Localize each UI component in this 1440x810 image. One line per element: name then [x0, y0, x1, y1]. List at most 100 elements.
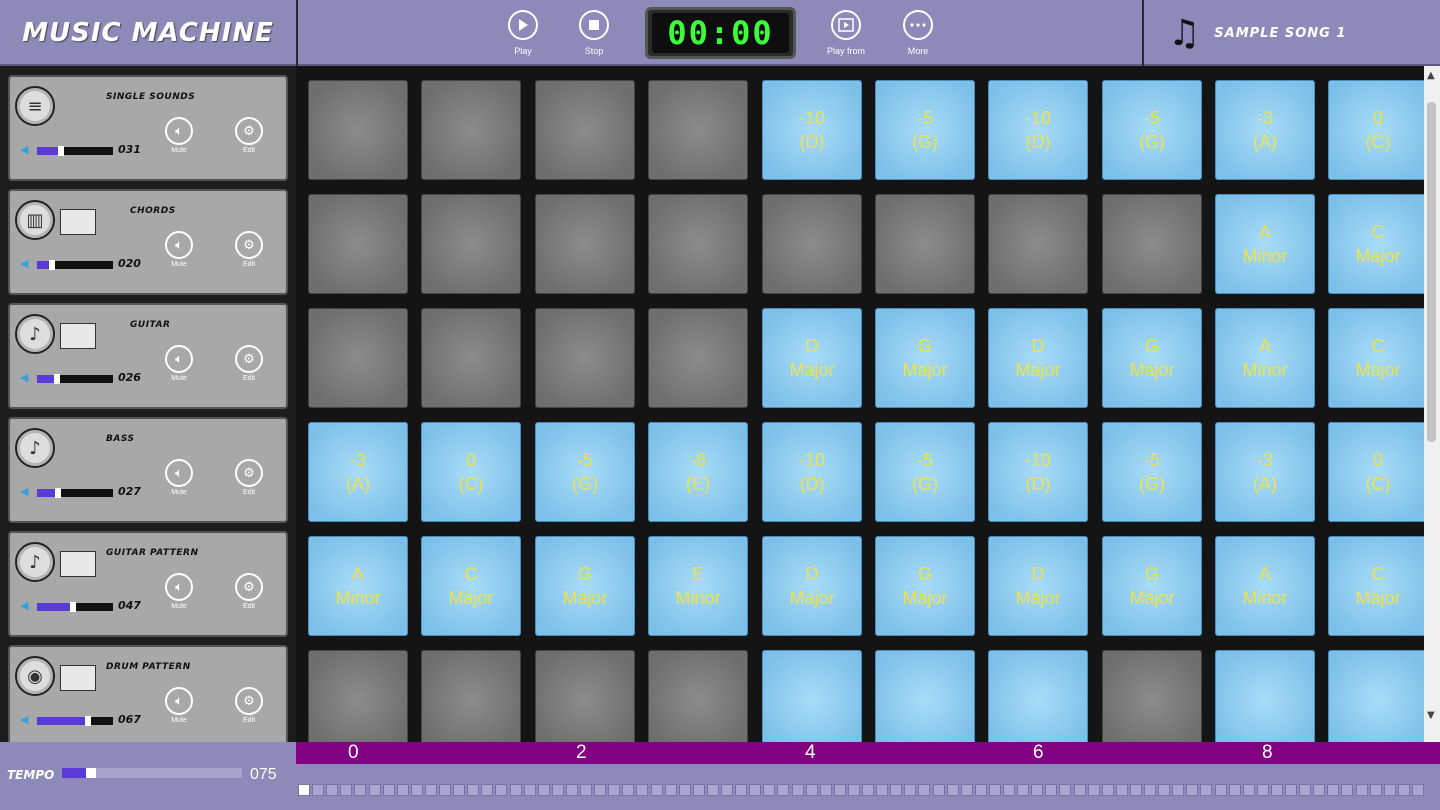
pad-r0-c1[interactable]: [421, 80, 521, 180]
song-title-area[interactable]: ♫ SAMPLE SONG 1: [1142, 0, 1440, 66]
pad-r0-c3[interactable]: [648, 80, 748, 180]
pad-r1-c1[interactable]: [421, 194, 521, 294]
track-volume-slider[interactable]: [37, 716, 113, 726]
pad-r4-c8[interactable]: A Minor: [1215, 536, 1315, 636]
track-volume-slider[interactable]: [37, 602, 113, 612]
pad-r0-c6[interactable]: -10 (D): [988, 80, 1088, 180]
pad-r3-c1[interactable]: 0 (C): [421, 422, 521, 522]
pad-r0-c2[interactable]: [535, 80, 635, 180]
pad-r1-c0[interactable]: [308, 194, 408, 294]
pad-r5-c2[interactable]: [535, 650, 635, 742]
guitar-icon[interactable]: ♪: [15, 314, 55, 354]
volume-thumb[interactable]: [53, 374, 60, 384]
pad-r5-c4[interactable]: [762, 650, 862, 742]
pad-r0-c8[interactable]: -3 (A): [1215, 80, 1315, 180]
pad-r3-c8[interactable]: -3 (A): [1215, 422, 1315, 522]
pad-r2-c1[interactable]: [421, 308, 521, 408]
pad-r3-c4[interactable]: -10 (D): [762, 422, 862, 522]
pad-r4-c4[interactable]: D Major: [762, 536, 862, 636]
volume-thumb[interactable]: [57, 146, 64, 156]
track-volume-slider[interactable]: [37, 260, 113, 270]
pad-r4-c3[interactable]: E Minor: [648, 536, 748, 636]
pad-r1-c8[interactable]: A Minor: [1215, 194, 1315, 294]
pad-r3-c6[interactable]: -10 (D): [988, 422, 1088, 522]
pad-r4-c7[interactable]: G Major: [1102, 536, 1202, 636]
pad-r0-c9[interactable]: 0 (C): [1328, 80, 1426, 180]
play-from-button[interactable]: Play from: [816, 10, 876, 60]
drum-icon[interactable]: ◉: [15, 656, 55, 696]
pad-r2-c9[interactable]: C Major: [1328, 308, 1426, 408]
edit-button[interactable]: ⚙ Edit: [234, 573, 264, 610]
edit-button[interactable]: ⚙ Edit: [234, 687, 264, 724]
pad-r0-c7[interactable]: -5 (G): [1102, 80, 1202, 180]
volume-thumb[interactable]: [49, 260, 56, 270]
mute-button[interactable]: 🔈︎ Mute: [164, 687, 194, 724]
pad-r0-c5[interactable]: -5 (G): [875, 80, 975, 180]
edit-button[interactable]: ⚙ Edit: [234, 459, 264, 496]
pad-r3-c5[interactable]: -5 (G): [875, 422, 975, 522]
pad-r1-c5[interactable]: [875, 194, 975, 294]
pad-r4-c6[interactable]: D Major: [988, 536, 1088, 636]
pad-r5-c0[interactable]: [308, 650, 408, 742]
scroll-down-icon[interactable]: ▼: [1427, 710, 1435, 721]
mute-button[interactable]: 🔈︎ Mute: [164, 573, 194, 610]
pad-r3-c9[interactable]: 0 (C): [1328, 422, 1426, 522]
mute-button[interactable]: 🔈︎ Mute: [164, 117, 194, 154]
pad-r3-c7[interactable]: -5 (G): [1102, 422, 1202, 522]
pad-r2-c3[interactable]: [648, 308, 748, 408]
keyboard-icon[interactable]: ▥: [15, 200, 55, 240]
pad-r3-c2[interactable]: -5 (G): [535, 422, 635, 522]
pad-r5-c9[interactable]: [1328, 650, 1426, 742]
pad-r1-c9[interactable]: C Major: [1328, 194, 1426, 294]
more-button[interactable]: More: [888, 10, 948, 60]
pad-r4-c0[interactable]: A Minor: [308, 536, 408, 636]
volume-thumb[interactable]: [84, 716, 91, 726]
pad-r5-c5[interactable]: [875, 650, 975, 742]
scroll-up-icon[interactable]: ▲: [1427, 70, 1435, 81]
pad-r4-c9[interactable]: C Major: [1328, 536, 1426, 636]
pad-r2-c6[interactable]: D Major: [988, 308, 1088, 408]
pad-r2-c7[interactable]: G Major: [1102, 308, 1202, 408]
volume-thumb[interactable]: [69, 602, 76, 612]
pad-r4-c1[interactable]: C Major: [421, 536, 521, 636]
stop-button[interactable]: Stop: [564, 10, 624, 60]
pad-r2-c5[interactable]: G Major: [875, 308, 975, 408]
pad-r2-c2[interactable]: [535, 308, 635, 408]
pad-r4-c2[interactable]: G Major: [535, 536, 635, 636]
track-volume-slider[interactable]: [37, 374, 113, 384]
track-volume-slider[interactable]: [37, 488, 113, 498]
mute-button[interactable]: 🔈︎ Mute: [164, 459, 194, 496]
pad-r5-c6[interactable]: [988, 650, 1088, 742]
mute-button[interactable]: 🔈︎ Mute: [164, 345, 194, 382]
pad-r2-c4[interactable]: D Major: [762, 308, 862, 408]
pad-r1-c3[interactable]: [648, 194, 748, 294]
bass-icon[interactable]: ♪: [15, 428, 55, 468]
pad-r1-c2[interactable]: [535, 194, 635, 294]
track-volume-slider[interactable]: [37, 146, 113, 156]
volume-thumb[interactable]: [54, 488, 61, 498]
vertical-scrollbar[interactable]: ▲ ▼: [1424, 66, 1440, 742]
pad-r3-c3[interactable]: -8 (E): [648, 422, 748, 522]
edit-button[interactable]: ⚙ Edit: [234, 231, 264, 268]
pad-r1-c7[interactable]: [1102, 194, 1202, 294]
pad-r2-c0[interactable]: [308, 308, 408, 408]
play-button[interactable]: Play: [493, 10, 553, 60]
edit-button[interactable]: ⚙ Edit: [234, 345, 264, 382]
tempo-slider-thumb[interactable]: [85, 768, 96, 778]
edit-button[interactable]: ⚙ Edit: [234, 117, 264, 154]
guitar-icon[interactable]: ♪: [15, 542, 55, 582]
pad-r0-c0[interactable]: [308, 80, 408, 180]
pad-r1-c6[interactable]: [988, 194, 1088, 294]
pad-r5-c7[interactable]: [1102, 650, 1202, 742]
pad-r2-c8[interactable]: A Minor: [1215, 308, 1315, 408]
pad-r3-c0[interactable]: -3 (A): [308, 422, 408, 522]
sampler-icon[interactable]: ≡: [15, 86, 55, 126]
pad-r0-c4[interactable]: -10 (D): [762, 80, 862, 180]
mute-button[interactable]: 🔈︎ Mute: [164, 231, 194, 268]
scrollbar-thumb[interactable]: [1427, 102, 1436, 442]
pad-r1-c4[interactable]: [762, 194, 862, 294]
pad-r5-c3[interactable]: [648, 650, 748, 742]
pad-r5-c8[interactable]: [1215, 650, 1315, 742]
pad-r5-c1[interactable]: [421, 650, 521, 742]
pad-r4-c5[interactable]: G Major: [875, 536, 975, 636]
